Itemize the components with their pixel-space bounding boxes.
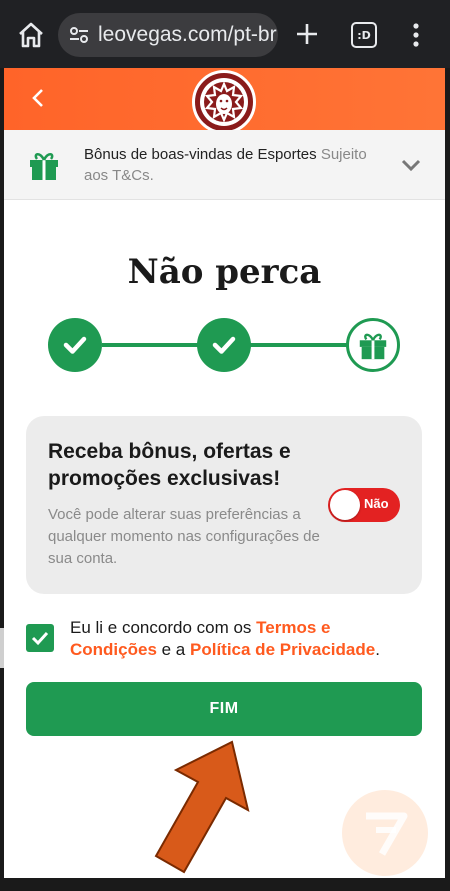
- tab-switcher-button[interactable]: :D: [351, 22, 377, 48]
- step-1-complete: [48, 318, 102, 372]
- welcome-bonus-banner[interactable]: Bônus de boas-vindas de Esportes Sujeito…: [4, 130, 445, 200]
- terms-checkbox[interactable]: [26, 624, 54, 652]
- back-arrow-icon[interactable]: [26, 84, 50, 112]
- terms-text-middle: e a: [156, 640, 190, 659]
- step-connector: [102, 343, 202, 347]
- site-settings-icon[interactable]: [68, 24, 90, 46]
- gift-icon: [359, 333, 387, 360]
- terms-agreement-text: Eu li e concordo com os Termos e Condiçõ…: [70, 617, 410, 661]
- checkmark-icon: [31, 631, 49, 646]
- step-connector: [250, 343, 350, 347]
- browser-toolbar: leovegas.com/pt-br :D: [0, 0, 450, 68]
- marketing-opt-in-toggle[interactable]: Não: [328, 488, 400, 522]
- pointer-arrow-icon: [154, 740, 250, 874]
- check-icon: [212, 336, 236, 354]
- bonus-banner-text: Bônus de boas-vindas de Esportes Sujeito…: [84, 144, 384, 186]
- leovegas-lion-logo[interactable]: [192, 70, 256, 134]
- toggle-knob: [330, 490, 360, 520]
- more-options-icon[interactable]: [404, 22, 428, 48]
- new-tab-icon[interactable]: [295, 22, 319, 46]
- terms-text-before: Eu li e concordo com os: [70, 618, 257, 637]
- lion-icon: [200, 78, 248, 126]
- site-header: [4, 68, 445, 134]
- url-text[interactable]: leovegas.com/pt-br: [98, 23, 277, 47]
- page-content: Bônus de boas-vindas de Esportes Sujeito…: [4, 68, 445, 878]
- gift-icon: [30, 153, 58, 180]
- check-icon: [63, 336, 87, 354]
- privacy-policy-link[interactable]: Política de Privacidade: [190, 640, 375, 659]
- step-2-complete: [197, 318, 251, 372]
- toggle-label: Não: [364, 496, 389, 511]
- preferences-heading: Receba bônus, ofertas e promoções exclus…: [48, 440, 291, 490]
- watermark-seven-icon: [366, 812, 408, 856]
- marketing-preferences-card: Receba bônus, ofertas e promoções exclus…: [26, 416, 422, 594]
- tab-switcher-label: :D: [357, 28, 371, 42]
- system-nav-bar: [0, 878, 450, 891]
- address-bar[interactable]: leovegas.com/pt-br: [58, 13, 278, 57]
- bonus-banner-title: Bônus de boas-vindas de Esportes: [84, 146, 317, 163]
- finish-button[interactable]: FIM: [26, 682, 422, 736]
- step-3-current: [346, 318, 400, 372]
- watermark-logo: [342, 790, 428, 876]
- chevron-down-icon[interactable]: [400, 156, 422, 174]
- terms-text-after: .: [375, 640, 380, 659]
- progress-steps: [4, 316, 445, 376]
- page-title: Não perca: [127, 252, 322, 292]
- preferences-description: Você pode alterar suas preferências a qu…: [48, 506, 320, 567]
- home-icon[interactable]: [16, 20, 46, 50]
